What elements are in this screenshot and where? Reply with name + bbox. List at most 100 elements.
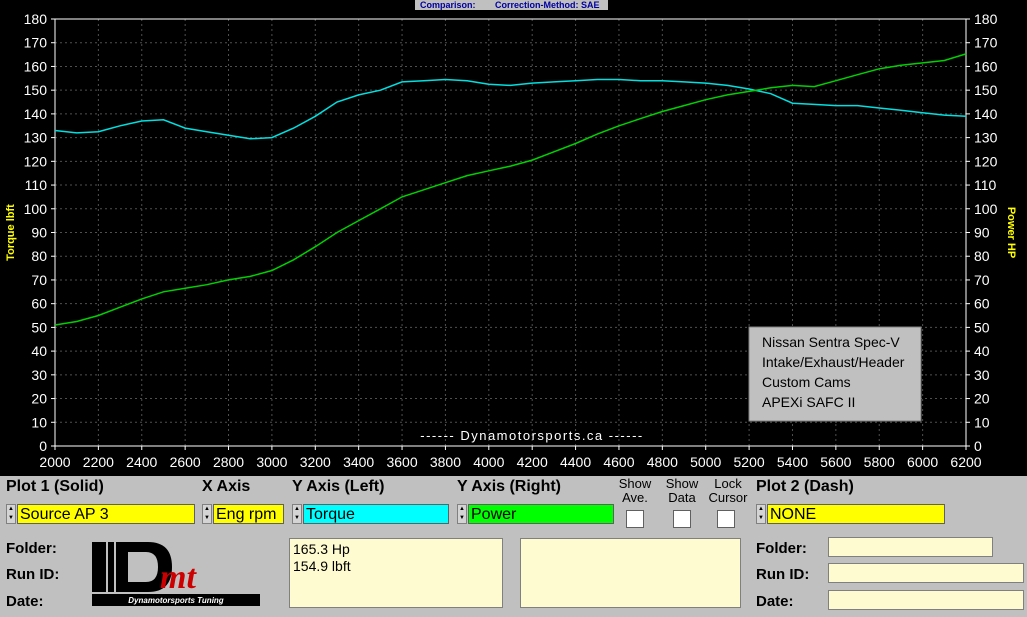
- runid-label-left: Run ID:: [6, 566, 60, 583]
- control-panel: Plot 1 (Solid) X Axis Y Axis (Left) Y Ax…: [0, 476, 1027, 617]
- ytick-label-right: 100: [974, 201, 998, 217]
- dyno-plot[interactable]: 0 0 10 10 20 20 30 30 40 40 50 50 60 60 70 70 80 80 90 90 10…: [0, 0, 1027, 476]
- plot2-spinner-icon[interactable]: ▲ ▼: [756, 504, 766, 524]
- ytick-label-right: 10: [974, 414, 990, 430]
- xtick-label: 6000: [907, 454, 938, 470]
- ytick-label-right: 150: [974, 82, 998, 98]
- xaxis-spinner-icon[interactable]: ▲ ▼: [202, 504, 212, 524]
- xtick-label: 4400: [560, 454, 591, 470]
- runid-label-right: Run ID:: [756, 566, 810, 583]
- ytick-label-right: 160: [974, 58, 998, 74]
- ytick-label-left: 170: [24, 35, 48, 51]
- date-label-left: Date:: [6, 593, 44, 610]
- xtick-label: 5000: [690, 454, 721, 470]
- runid-field[interactable]: [828, 563, 1024, 583]
- ytick-label-left: 90: [31, 225, 47, 241]
- ytick-label-left: 120: [24, 153, 48, 169]
- ytick-label-right: 20: [974, 391, 990, 407]
- show-ave-label: Show Ave.: [618, 476, 652, 505]
- correction-method-label: Correction-Method: SAE: [495, 0, 600, 10]
- xtick-label: 2800: [213, 454, 244, 470]
- ytick-label-left: 0: [39, 438, 47, 454]
- date-field[interactable]: [828, 590, 1024, 610]
- xtick-label: 4800: [647, 454, 678, 470]
- ytick-label-left: 40: [31, 343, 47, 359]
- plot2-select[interactable]: NONE: [767, 504, 945, 524]
- ytick-label-left: 50: [31, 319, 47, 335]
- data-readout-left: 165.3 Hp 154.9 lbft: [289, 538, 503, 608]
- ytick-label-right: 70: [974, 272, 990, 288]
- ytick-label-right: 0: [974, 438, 982, 454]
- plot2-label: Plot 2 (Dash): [756, 478, 854, 495]
- yaxis-left-select[interactable]: Torque: [303, 504, 449, 524]
- ylabel-left: Torque lbft: [5, 204, 17, 261]
- plot1-select[interactable]: Source AP 3: [17, 504, 195, 524]
- data-readout-right: [520, 538, 741, 608]
- ytick-label-left: 160: [24, 58, 48, 74]
- lock-cursor-label: Lock Cursor: [708, 476, 748, 505]
- ytick-label-right: 30: [974, 367, 990, 383]
- yaxis-right-select[interactable]: Power: [468, 504, 614, 524]
- xtick-label: 5600: [820, 454, 851, 470]
- yaxis-right-label: Y Axis (Right): [457, 478, 562, 495]
- annotation-line: APEXi SAFC II: [762, 394, 855, 410]
- ylabel-right: Power HP: [1005, 207, 1017, 258]
- xtick-label: 3800: [430, 454, 461, 470]
- show-ave-checkbox[interactable]: [626, 510, 644, 528]
- dmt-logo-icon: mt Dynamotorsports Tuning: [92, 542, 260, 606]
- ytick-label-right: 140: [974, 106, 998, 122]
- ytick-label-right: 180: [974, 11, 998, 27]
- annotation-line: Nissan Sentra Spec-V: [762, 334, 900, 350]
- show-data-checkbox[interactable]: [673, 510, 691, 528]
- xtick-label: 5800: [864, 454, 895, 470]
- series-line-power: [54, 53, 967, 326]
- ytick-label-right: 170: [974, 35, 998, 51]
- ytick-label-left: 110: [25, 177, 48, 193]
- xtick-label: 4600: [603, 454, 634, 470]
- ytick-label-left: 80: [31, 248, 47, 264]
- ytick-label-right: 40: [974, 343, 990, 359]
- series-line-torque: [54, 78, 967, 140]
- ytick-label-right: 90: [974, 225, 990, 241]
- xtick-label: 3000: [256, 454, 287, 470]
- xtick-label: 5400: [777, 454, 808, 470]
- ytick-label-left: 20: [31, 391, 47, 407]
- ytick-label-left: 180: [24, 11, 48, 27]
- xtick-label: 2400: [126, 454, 157, 470]
- xaxis-select[interactable]: Eng rpm: [213, 504, 284, 524]
- ytick-label-right: 50: [974, 319, 990, 335]
- xtick-label: 5200: [734, 454, 765, 470]
- ytick-label-right: 120: [974, 153, 998, 169]
- date-label-right: Date:: [756, 593, 794, 610]
- xtick-label: 4000: [473, 454, 504, 470]
- ytick-label-left: 70: [31, 272, 47, 288]
- svg-text:mt: mt: [160, 559, 197, 596]
- plot1-spinner-icon[interactable]: ▲ ▼: [6, 504, 16, 524]
- watermark-text: ------ Dynamotorsports.ca ------: [420, 428, 644, 443]
- yaxis-right-spinner-icon[interactable]: ▲ ▼: [457, 504, 467, 524]
- ytick-label-right: 60: [974, 296, 990, 312]
- ytick-label-right: 80: [974, 248, 990, 264]
- folder-field[interactable]: [828, 537, 993, 557]
- lock-cursor-checkbox[interactable]: [717, 510, 735, 528]
- show-data-label: Show Data: [665, 476, 699, 505]
- dyno-chart[interactable]: 0 0 10 10 20 20 30 30 40 40 50 50 60 60 70 70 80 80 90 90 10…: [0, 0, 1027, 476]
- yaxis-left-label: Y Axis (Left): [292, 478, 385, 495]
- readout-hp: 165.3 Hp: [293, 541, 350, 557]
- yaxis-left-spinner-icon[interactable]: ▲ ▼: [292, 504, 302, 524]
- xtick-label: 3200: [300, 454, 331, 470]
- xtick-label: 2200: [83, 454, 114, 470]
- xtick-label: 6200: [950, 454, 981, 470]
- ytick-label-left: 130: [24, 130, 48, 146]
- comparison-label: Comparison:: [420, 0, 476, 10]
- ytick-label-left: 60: [31, 296, 47, 312]
- folder-label-right: Folder:: [756, 540, 807, 557]
- logo-subtitle: Dynamotorsports Tuning: [128, 596, 224, 605]
- ytick-label-left: 10: [31, 414, 47, 430]
- ytick-label-right: 110: [974, 177, 997, 193]
- header-bar: Comparison: Correction-Method: SAE: [415, 0, 608, 10]
- annotation-line: Intake/Exhaust/Header: [762, 354, 905, 370]
- ytick-label-right: 130: [974, 130, 998, 146]
- xtick-label: 2000: [39, 454, 70, 470]
- xtick-label: 3400: [343, 454, 374, 470]
